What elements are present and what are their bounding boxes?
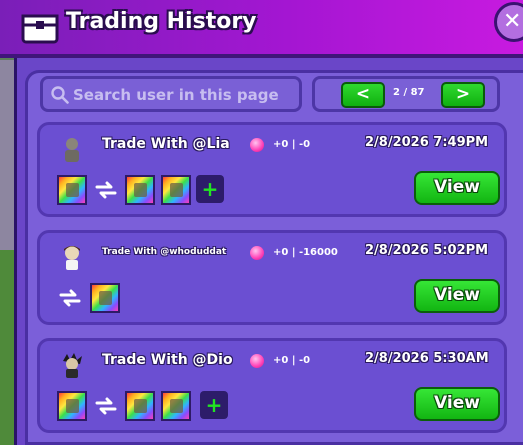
trade-card: Trade With @Lia +0 | -0 2/8/2026 7:49PM …	[37, 122, 507, 217]
trade-date: 2/8/2026 5:02PM	[365, 243, 489, 258]
trade-card: Trade With @Dio +0 | -0 2/8/2026 5:30AM …	[37, 338, 507, 433]
view-trade-button[interactable]: View	[414, 171, 500, 205]
pet-icon	[66, 399, 79, 413]
trade-date: 2/8/2026 5:30AM	[365, 351, 489, 366]
item-tile[interactable]	[125, 391, 155, 421]
gem-icon	[250, 246, 264, 260]
gem-icon	[250, 138, 264, 152]
prev-page-button[interactable]: <	[341, 82, 385, 108]
panel-header: Trading History	[0, 0, 523, 58]
user-avatar	[65, 138, 79, 162]
gem-icon	[250, 354, 264, 368]
pet-icon	[66, 183, 79, 197]
pet-icon	[170, 399, 183, 413]
page-indicator: 2 / 87	[393, 87, 425, 98]
add-item-icon: +	[196, 175, 224, 203]
trade-title: Trade With @whoduddat	[102, 247, 227, 257]
trade-value-delta: +0 | -16000	[273, 247, 338, 258]
item-tile[interactable]	[57, 175, 87, 205]
search-placeholder: Search user in this page	[73, 86, 279, 104]
add-item-icon: +	[200, 391, 228, 419]
pet-icon	[134, 183, 147, 197]
trade-card: Trade With @whoduddat +0 | -16000 2/8/20…	[37, 230, 507, 325]
trade-date: 2/8/2026 7:49PM	[365, 135, 489, 150]
pet-icon	[170, 183, 183, 197]
trade-title: Trade With @Dio	[102, 352, 233, 368]
trade-title: Trade With @Lia	[102, 136, 230, 152]
item-tile[interactable]	[161, 175, 191, 205]
pet-icon	[134, 399, 147, 413]
swap-arrows-icon	[95, 181, 117, 199]
search-icon	[51, 86, 69, 104]
pet-icon	[99, 291, 112, 305]
user-avatar	[63, 353, 82, 378]
trade-value-delta: +0 | -0	[273, 355, 311, 366]
trade-value-delta: +0 | -0	[273, 139, 311, 150]
item-tile[interactable]	[57, 391, 87, 421]
swap-arrows-icon	[59, 289, 81, 307]
user-avatar	[64, 246, 80, 270]
pagination: < 2 / 87 >	[312, 76, 500, 112]
search-input[interactable]: Search user in this page	[40, 76, 302, 112]
view-trade-button[interactable]: View	[414, 279, 500, 313]
close-icon: ✕	[503, 9, 522, 34]
next-page-button[interactable]: >	[441, 82, 485, 108]
item-tile[interactable]	[161, 391, 191, 421]
page-title: Trading History	[66, 9, 257, 34]
item-tile[interactable]	[125, 175, 155, 205]
swap-arrows-icon	[95, 397, 117, 415]
view-trade-button[interactable]: View	[414, 387, 500, 421]
chest-icon	[21, 14, 59, 44]
item-tile[interactable]	[90, 283, 120, 313]
